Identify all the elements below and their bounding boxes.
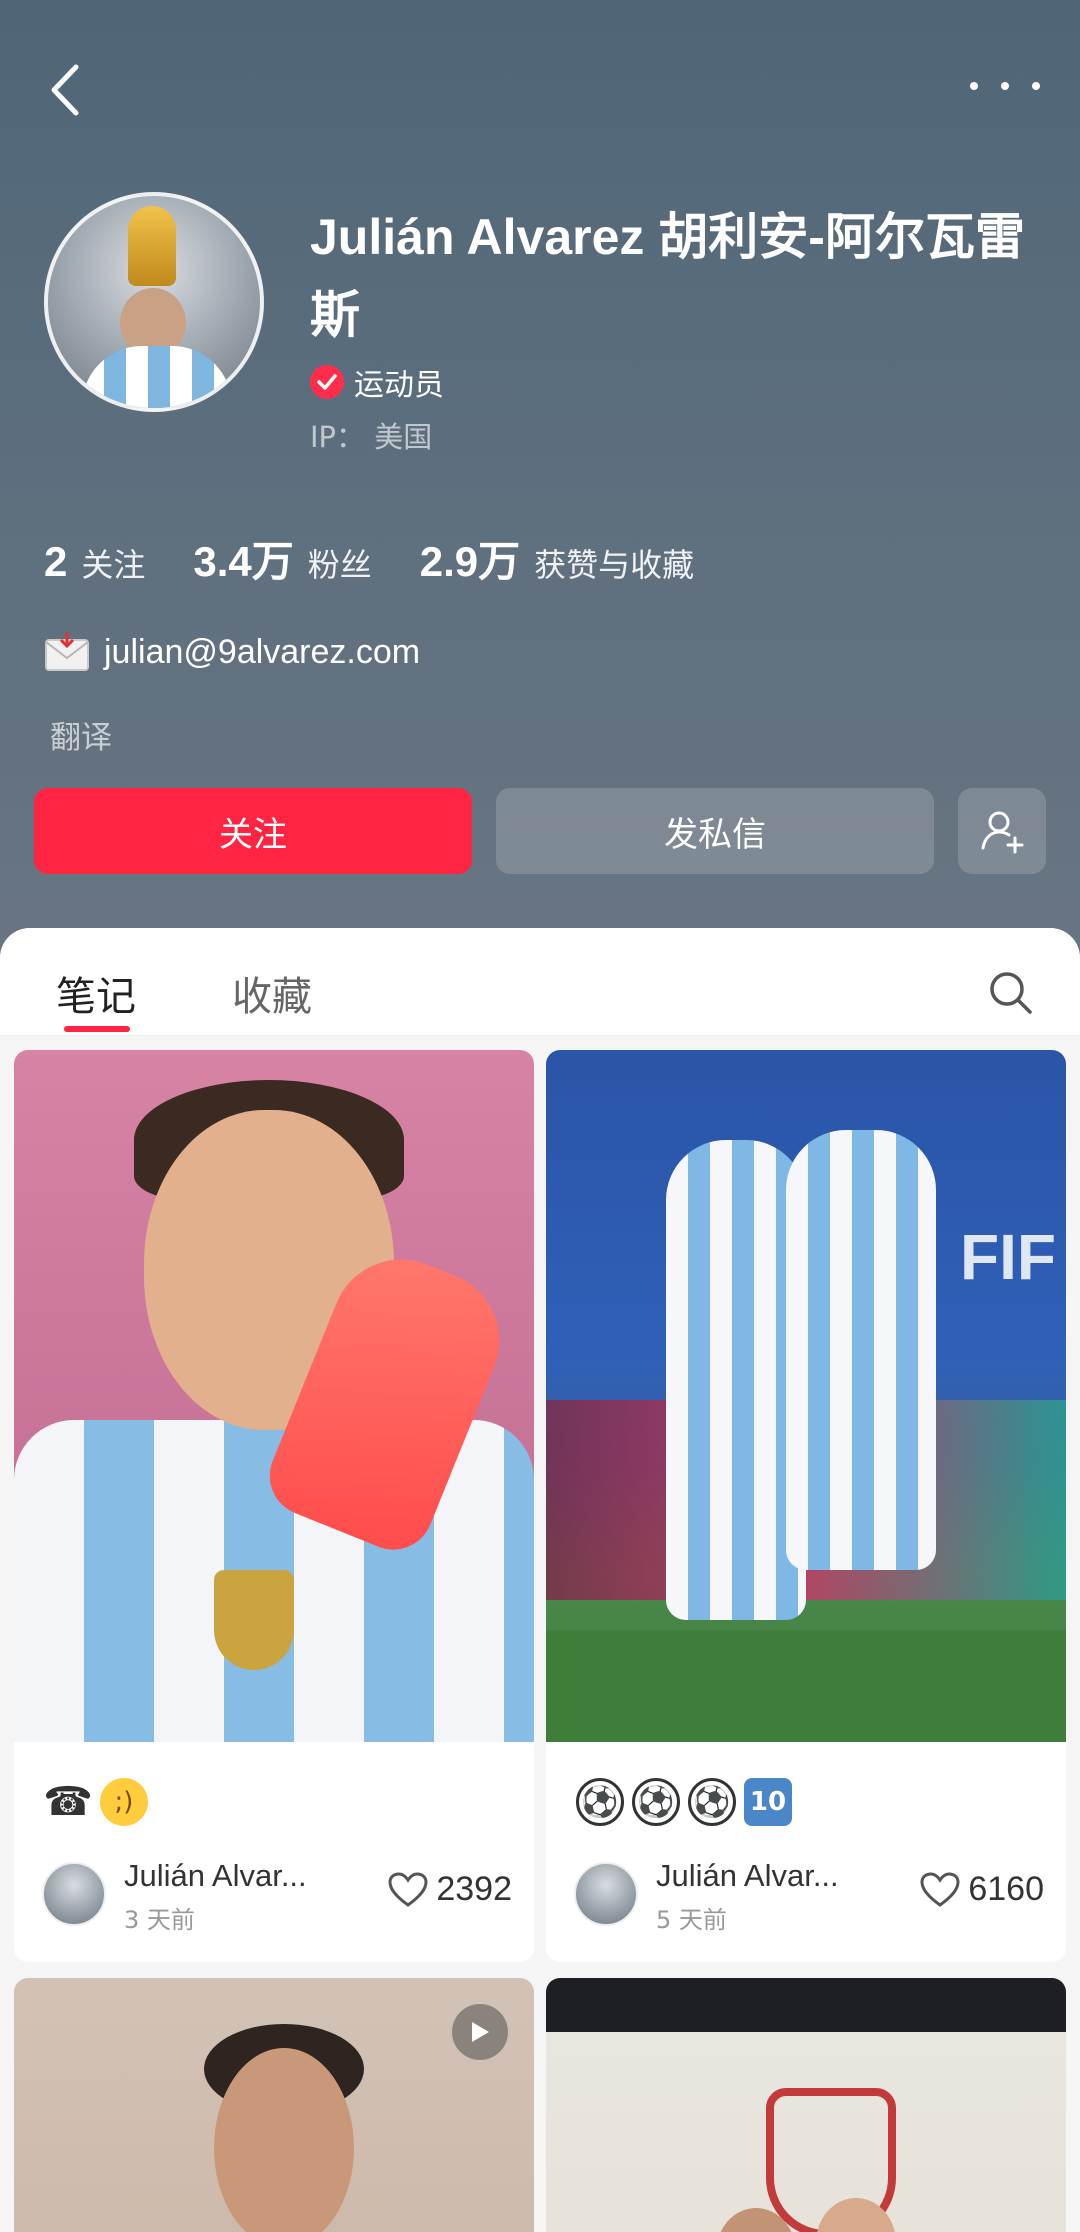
stat-followers[interactable]: 3.4万 粉丝 xyxy=(193,528,371,589)
soccer-ball-icon: ⚽ xyxy=(632,1778,680,1826)
note-card[interactable] xyxy=(546,1978,1066,2232)
profile-avatar[interactable] xyxy=(44,192,264,412)
tab-active-indicator xyxy=(64,1026,130,1032)
like-count: 6160 xyxy=(968,1870,1044,1908)
phone-icon: ☎ xyxy=(43,1779,93,1825)
heart-icon xyxy=(388,1871,428,1907)
notes-section: 笔记 收藏 ☎ ;) Julián Alvar... 3 天前 2392 FIF… xyxy=(0,928,1080,2232)
note-card[interactable] xyxy=(14,1978,534,2232)
verified-label: 运动员 xyxy=(354,368,444,403)
note-title: ⚽ ⚽ ⚽ 10 xyxy=(576,1778,792,1826)
tab-notes[interactable]: 笔记 xyxy=(56,964,136,1022)
note-card[interactable]: FIF ⚽ ⚽ ⚽ 10 Julián Alvar... 5 天前 6160 xyxy=(546,1050,1066,1962)
video-play-icon xyxy=(452,2004,508,2060)
keycap-ten-icon: 10 xyxy=(744,1778,792,1826)
note-cover-image[interactable] xyxy=(14,1050,534,1742)
post-time: 5 天前 xyxy=(656,1906,727,1934)
heart-icon xyxy=(920,1871,960,1907)
search-icon xyxy=(990,972,1032,1014)
note-meta: Julián Alvar... 3 天前 2392 xyxy=(42,1858,512,1934)
fifa-board: FIF xyxy=(960,1221,1056,1293)
stat-likes-collections[interactable]: 2.9万 获赞与收藏 xyxy=(420,528,694,589)
soccer-ball-icon: ⚽ xyxy=(688,1778,736,1826)
back-button[interactable] xyxy=(40,58,90,122)
profile-email: julian@9alvarez.com xyxy=(44,632,420,672)
wink-emoji-icon: ;) xyxy=(100,1778,148,1826)
profile-name: Julián Alvarez 胡利安-阿尔瓦雷斯 xyxy=(310,209,1025,343)
tab-bar: 笔记 收藏 xyxy=(0,928,1080,1036)
soccer-ball-icon: ⚽ xyxy=(576,1778,624,1826)
more-icon xyxy=(970,82,978,90)
like-count: 2392 xyxy=(436,1870,512,1908)
envelope-icon xyxy=(45,632,89,671)
message-button[interactable]: 发私信 xyxy=(496,788,934,874)
author-name[interactable]: Julián Alvar... xyxy=(124,1858,307,1894)
verified-badge: 运动员 xyxy=(310,360,444,404)
note-title: ☎ ;) xyxy=(43,1778,148,1826)
author-name[interactable]: Julián Alvar... xyxy=(656,1858,839,1894)
add-user-icon xyxy=(981,811,1024,854)
profile-header: Julián Alvarez 胡利安-阿尔瓦雷斯 运动员 IP： 美国 2 关注… xyxy=(0,0,1080,960)
author-avatar[interactable] xyxy=(42,1862,106,1926)
like-button[interactable]: 6160 xyxy=(920,1870,1044,1909)
add-friend-button[interactable] xyxy=(958,788,1046,874)
verified-check-icon xyxy=(310,365,344,399)
profile-stats: 2 关注 3.4万 粉丝 2.9万 获赞与收藏 xyxy=(44,528,742,589)
note-cover-image[interactable] xyxy=(14,1978,534,2232)
translate-link[interactable]: 翻译 xyxy=(50,712,112,757)
note-meta: Julián Alvar... 5 天前 6160 xyxy=(574,1858,1044,1934)
search-button[interactable] xyxy=(986,968,1034,1016)
stat-following[interactable]: 2 关注 xyxy=(44,538,145,586)
like-button[interactable]: 2392 xyxy=(388,1870,512,1909)
chevron-left-icon xyxy=(51,64,79,116)
more-button[interactable] xyxy=(970,66,1040,106)
note-cover-image[interactable]: FIF xyxy=(546,1050,1066,1742)
follow-button[interactable]: 关注 xyxy=(34,788,472,874)
post-time: 3 天前 xyxy=(124,1906,195,1934)
note-cover-image[interactable] xyxy=(546,1978,1066,2232)
ip-location: IP： 美国 xyxy=(310,420,433,454)
tab-collections[interactable]: 收藏 xyxy=(232,964,312,1022)
author-avatar[interactable] xyxy=(574,1862,638,1926)
email-text[interactable]: julian@9alvarez.com xyxy=(104,633,420,672)
note-card[interactable]: ☎ ;) Julián Alvar... 3 天前 2392 xyxy=(14,1050,534,1962)
